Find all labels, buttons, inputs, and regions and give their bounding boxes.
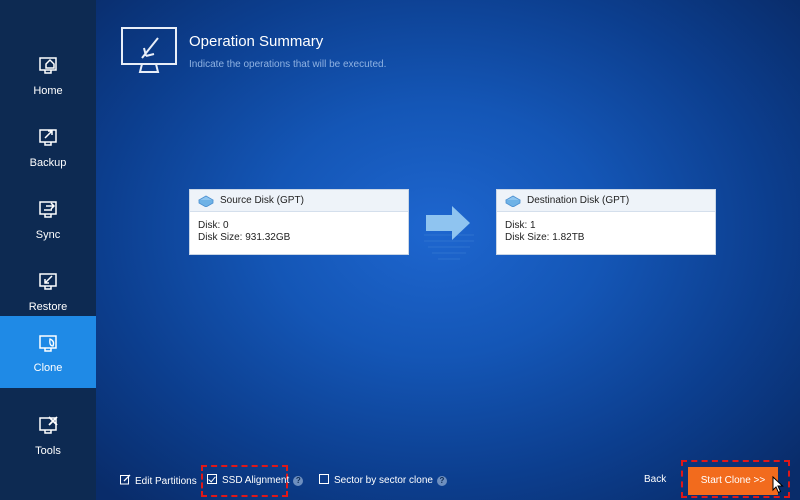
ssd-alignment-label: SSD Alignment (222, 475, 290, 486)
sidebar-item-label: Tools (35, 445, 61, 457)
sidebar-item-label: Sync (35, 229, 61, 241)
edit-partitions-label: Edit Partitions (135, 476, 197, 487)
disk-icon (505, 195, 521, 207)
clone-icon (39, 335, 57, 352)
edit-icon (120, 474, 131, 485)
operation-summary-icon (121, 27, 177, 73)
source-disk-header: Source Disk (GPT) (190, 190, 408, 212)
destination-disk-card: Destination Disk (GPT) Disk: 1 Disk Size… (496, 189, 716, 255)
source-disk-number: Disk: 0 (198, 220, 229, 231)
sidebar-item-tools[interactable]: Tools (0, 404, 96, 476)
sidebar-item-clone[interactable]: Clone (0, 316, 96, 388)
sidebar-item-label: Restore (28, 301, 68, 313)
main-panel: Operation Summary Indicate the operation… (96, 0, 800, 500)
help-icon[interactable]: ? (436, 476, 447, 486)
help-icon[interactable]: ? (293, 476, 304, 486)
mouse-cursor-icon (772, 476, 784, 494)
sector-by-sector-label: Sector by sector clone (334, 475, 433, 486)
start-clone-button[interactable]: Start Clone >> (688, 467, 778, 495)
sector-by-sector-option[interactable]: Sector by sector clone? (319, 474, 447, 488)
home-icon (39, 57, 57, 74)
sidebar: Home Backup Sync Restore Clone Tools (0, 0, 96, 500)
arrow-right-icon (424, 206, 474, 260)
tools-icon (39, 416, 58, 434)
disk-icon (198, 195, 214, 207)
edit-partitions-option[interactable]: Edit Partitions (120, 474, 197, 488)
sidebar-item-backup[interactable]: Backup (0, 116, 96, 188)
sidebar-item-label: Clone (33, 362, 63, 374)
page-subtitle: Indicate the operations that will be exe… (189, 59, 387, 70)
sync-icon (39, 201, 57, 218)
source-disk-name: Source Disk (GPT) (220, 195, 304, 206)
ssd-alignment-checkbox[interactable] (207, 474, 217, 484)
source-disk-size: Disk Size: 931.32GB (198, 232, 291, 243)
destination-disk-number: Disk: 1 (505, 220, 536, 231)
source-disk-card: Source Disk (GPT) Disk: 0 Disk Size: 931… (189, 189, 409, 255)
destination-disk-header: Destination Disk (GPT) (497, 190, 715, 212)
page-title: Operation Summary (189, 33, 324, 50)
sector-by-sector-checkbox[interactable] (319, 474, 329, 484)
sidebar-item-home[interactable]: Home (0, 44, 96, 116)
sidebar-item-label: Home (33, 85, 63, 97)
sidebar-item-sync[interactable]: Sync (0, 188, 96, 260)
backup-icon (39, 129, 57, 146)
back-button[interactable]: Back (644, 474, 666, 485)
ssd-alignment-option[interactable]: SSD Alignment? (207, 474, 304, 488)
restore-icon (39, 273, 57, 290)
destination-disk-size: Disk Size: 1.82TB (505, 232, 585, 243)
destination-disk-name: Destination Disk (GPT) (527, 195, 630, 206)
sidebar-item-label: Backup (29, 157, 67, 169)
